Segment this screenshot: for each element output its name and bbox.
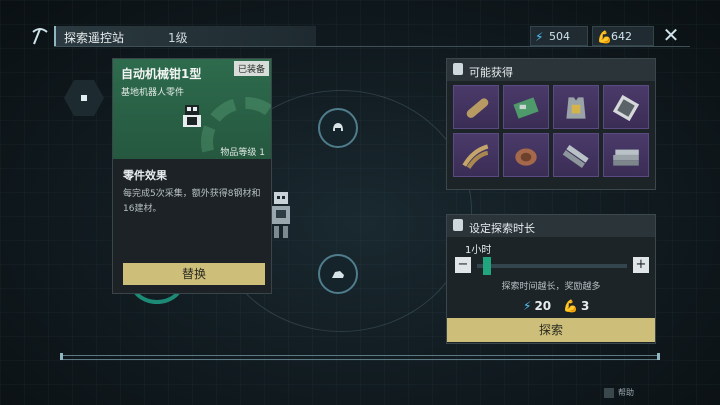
- loot-item[interactable]: [553, 133, 599, 177]
- steel-beams-icon: [613, 149, 639, 166]
- bag-icon: [453, 63, 463, 75]
- title-bar: 探索遥控站 1级: [54, 26, 316, 46]
- loot-item[interactable]: [603, 85, 649, 129]
- duration-panel-header: 设定探索时长: [447, 215, 655, 237]
- slider-thumb[interactable]: [482, 257, 491, 275]
- effect-description: 每完成5次采集，额外获得8钢材和16建材。: [123, 189, 261, 214]
- clock-icon: [453, 219, 463, 231]
- effect-title: 零件效果: [123, 169, 167, 182]
- energy-counter: ⚡ 504: [530, 26, 588, 46]
- rope-coil-icon: [515, 148, 537, 166]
- duration-panel: 设定探索时长 1小时 − + 探索时间越长，奖励越多 ⚡ 20 💪 3 探索: [446, 214, 656, 344]
- duration-panel-title: 设定探索时长: [469, 222, 535, 235]
- energy-cost: ⚡ 20: [523, 299, 551, 313]
- replace-button[interactable]: 替换: [123, 263, 265, 285]
- loot-panel: 可能获得: [446, 58, 656, 190]
- energy-value: 504: [549, 30, 570, 43]
- material-cost: 💪 3: [563, 299, 589, 313]
- loot-panel-title: 可能获得: [469, 66, 513, 79]
- decrease-button[interactable]: −: [455, 257, 471, 273]
- armor-vest-icon: [566, 97, 586, 119]
- circuit-board-icon: [513, 97, 539, 119]
- map-hex-node[interactable]: [64, 78, 104, 118]
- close-icon: ✕: [662, 23, 680, 47]
- lightning-icon: ⚡: [523, 299, 532, 313]
- increase-button[interactable]: +: [633, 257, 649, 273]
- station-level: 1级: [168, 31, 188, 45]
- loot-item[interactable]: [453, 85, 499, 129]
- duration-slider[interactable]: − +: [455, 257, 649, 275]
- loot-item[interactable]: [503, 133, 549, 177]
- steel-pipes-icon: [462, 144, 489, 169]
- slider-track[interactable]: [477, 264, 627, 268]
- material-value: 642: [611, 30, 632, 43]
- item-level: 物品等级 1: [220, 148, 265, 158]
- explore-button[interactable]: 探索: [447, 318, 655, 342]
- equipped-badge: 已装备: [233, 61, 269, 76]
- duration-hint: 探索时间越长，奖励越多: [501, 282, 601, 292]
- close-button[interactable]: ✕: [660, 23, 682, 47]
- loot-item[interactable]: [603, 133, 649, 177]
- loot-item[interactable]: [453, 133, 499, 177]
- robot-icon: [272, 192, 290, 238]
- loot-item[interactable]: [503, 85, 549, 129]
- rock-icon: [332, 271, 344, 278]
- part-card: 自动机械钳1型 已装备 基地机器人零件 物品等级 1 零件效果 每完成5次采集，…: [112, 58, 272, 294]
- energy-cost-value: 20: [534, 299, 552, 313]
- helmet-icon: [333, 123, 343, 131]
- bottom-divider: [60, 353, 660, 360]
- arm-icon: 💪: [597, 30, 612, 44]
- pickaxe-icon: [32, 28, 48, 45]
- top-bar: 探索遥控站 1级 ⚡ 504 💪 642 ✕: [26, 23, 690, 48]
- part-name: 自动机械钳1型: [121, 67, 202, 81]
- part-subtitle: 基地机器人零件: [121, 88, 185, 98]
- page-title: 探索遥控站: [64, 31, 125, 45]
- material-counter: 💪 642: [592, 26, 654, 46]
- help-label: 帮助: [618, 388, 634, 397]
- arm-icon: 💪: [563, 299, 578, 313]
- tablet-device-icon: [612, 94, 640, 122]
- lightning-icon: ⚡: [535, 30, 544, 44]
- key-icon: [604, 387, 614, 398]
- robot-part-icon: [183, 105, 201, 127]
- wood-log-icon: [466, 98, 489, 118]
- metal-bars-icon: [562, 144, 589, 168]
- duration-value: 1小时: [465, 245, 492, 256]
- map-node-rock[interactable]: [318, 254, 358, 294]
- map-node-helmet[interactable]: [318, 108, 358, 148]
- loot-item[interactable]: [553, 85, 599, 129]
- material-cost-value: 3: [580, 299, 590, 313]
- loot-panel-header: 可能获得: [447, 59, 655, 81]
- part-header: 自动机械钳1型 已装备 基地机器人零件 物品等级 1: [113, 59, 271, 159]
- top-divider: [54, 46, 690, 47]
- help-hint[interactable]: 帮助: [604, 387, 634, 398]
